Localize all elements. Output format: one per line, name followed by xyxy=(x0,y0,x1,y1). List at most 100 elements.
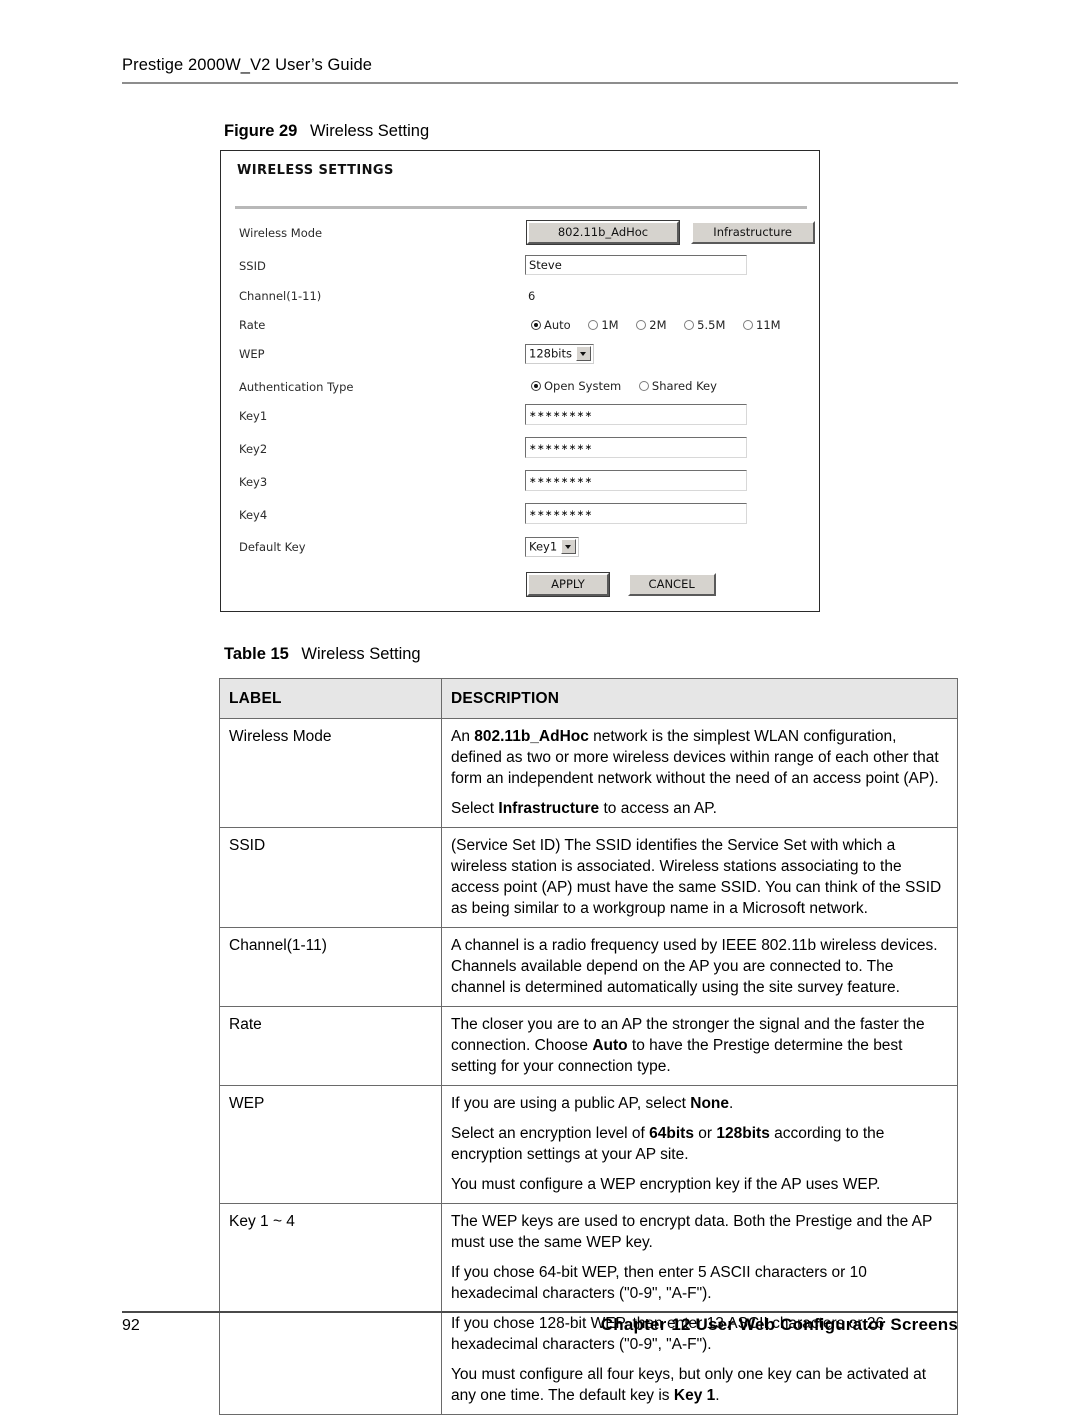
key3-input[interactable]: ∗∗∗∗∗∗∗∗ xyxy=(525,470,747,491)
wireless-mode-infrastructure-button[interactable]: Infrastructure xyxy=(690,221,815,244)
key1-input[interactable]: ∗∗∗∗∗∗∗∗ xyxy=(525,404,747,425)
radio-icon xyxy=(588,320,599,330)
label-default-key: Default Key xyxy=(239,540,306,554)
row-ssid: SSID Steve xyxy=(221,255,821,288)
row-description-rate: The closer you are to an AP the stronger… xyxy=(441,1006,958,1086)
figure-caption: Figure 29 Wireless Setting xyxy=(224,122,429,141)
paragraph: The closer you are to an AP the stronger… xyxy=(451,1014,948,1077)
document-page: Prestige 2000W_V2 User’s Guide Figure 29… xyxy=(0,0,1080,1415)
row-description-ssid: (Service Set ID) The SSID identifies the… xyxy=(441,827,958,928)
header-rule xyxy=(122,82,958,84)
emphasis: 802.11b_AdHoc xyxy=(474,728,589,745)
row-key2: Key2 ∗∗∗∗∗∗∗∗ xyxy=(221,437,821,471)
chevron-down-icon xyxy=(575,346,591,361)
table-caption-text: Wireless Setting xyxy=(301,645,421,663)
row-description-wireless-mode: An 802.11b_AdHoc network is the simplest… xyxy=(441,718,958,828)
label-wireless-mode: Wireless Mode xyxy=(239,226,323,240)
paragraph: You must configure all four keys, but on… xyxy=(451,1364,948,1406)
text: An xyxy=(451,728,475,745)
screenshot-title-divider xyxy=(235,206,807,209)
emphasis: None xyxy=(690,1095,730,1112)
text: . xyxy=(729,1095,734,1112)
default-key-select[interactable]: Key1 xyxy=(525,537,580,557)
wireless-mode-adhoc-button[interactable]: 802.11b_AdHoc xyxy=(526,220,680,245)
row-key4: Key4 ∗∗∗∗∗∗∗∗ xyxy=(221,503,821,537)
footer-page-number: 92 xyxy=(122,1317,140,1334)
paragraph: The WEP keys are used to encrypt data. B… xyxy=(451,1213,933,1251)
table-row: Rate The closer you are to an AP the str… xyxy=(219,1006,958,1086)
rate-option-11m-label: 11M xyxy=(756,318,781,332)
auth-option-shared-key[interactable]: Shared Key xyxy=(638,379,717,393)
text: If you are using a public AP, select xyxy=(451,1095,691,1112)
rate-option-55m-label: 5.5M xyxy=(697,318,726,332)
auth-option-open-system-label: Open System xyxy=(544,379,622,393)
table-row: Key 1 ~ 4 The WEP keys are used to encry… xyxy=(219,1203,958,1415)
paragraph: If you chose 64-bit WEP, then enter 5 AS… xyxy=(451,1264,867,1302)
figure-caption-text: Wireless Setting xyxy=(309,122,430,140)
row-wep: WEP 128bits xyxy=(221,344,821,376)
apply-button[interactable]: APPLY xyxy=(526,572,610,597)
rate-option-2m[interactable]: 2M xyxy=(636,318,667,332)
ssid-input[interactable]: Steve xyxy=(525,255,747,275)
label-key1: Key1 xyxy=(239,409,268,423)
row-label-channel: Channel(1-11) xyxy=(219,927,442,1007)
rate-option-auto[interactable]: Auto xyxy=(531,318,571,332)
key4-input[interactable]: ∗∗∗∗∗∗∗∗ xyxy=(525,503,747,524)
paragraph: Select Infrastructure to access an AP. xyxy=(451,798,948,819)
table-row: Channel(1-11) A channel is a radio frequ… xyxy=(219,927,958,1007)
emphasis: 64bits xyxy=(649,1125,694,1142)
emphasis: Infrastructure xyxy=(498,800,600,817)
key2-input[interactable]: ∗∗∗∗∗∗∗∗ xyxy=(525,437,747,458)
chevron-down-icon xyxy=(561,539,577,554)
rate-option-11m[interactable]: 11M xyxy=(743,318,781,332)
row-wireless-mode: Wireless Mode 802.11b_AdHoc Infrastructu… xyxy=(221,220,821,255)
paragraph: Select an encryption level of 64bits or … xyxy=(451,1123,948,1165)
rate-option-2m-label: 2M xyxy=(649,318,667,332)
table-caption: Table 15 Wireless Setting xyxy=(224,645,421,664)
wireless-setting-description-table: LABEL DESCRIPTION Wireless Mode An 802.1… xyxy=(219,678,958,1415)
rate-option-1m[interactable]: 1M xyxy=(588,318,619,332)
label-ssid: SSID xyxy=(239,259,266,273)
channel-value: 6 xyxy=(528,289,536,303)
radio-icon xyxy=(743,320,754,330)
wireless-settings-screenshot: WIRELESS SETTINGS Wireless Mode 802.11b_… xyxy=(220,150,820,612)
radio-icon xyxy=(638,381,649,391)
row-label-ssid: SSID xyxy=(219,827,442,928)
radio-icon xyxy=(636,320,647,330)
footer-rule xyxy=(122,1311,958,1313)
cancel-button[interactable]: CANCEL xyxy=(627,573,716,596)
label-channel: Channel(1-11) xyxy=(239,289,322,303)
wep-select-value: 128bits xyxy=(529,346,572,361)
text: to access an AP. xyxy=(599,800,717,817)
row-description-keys: The WEP keys are used to encrypt data. B… xyxy=(441,1203,958,1415)
figure-caption-number: Figure 29 xyxy=(224,122,298,140)
row-description-channel: A channel is a radio frequency used by I… xyxy=(441,927,958,1007)
text: Select xyxy=(451,800,499,817)
text: Select an encryption level of xyxy=(451,1125,650,1142)
screenshot-title: WIRELESS SETTINGS xyxy=(237,163,394,178)
row-description-wep: If you are using a public AP, select Non… xyxy=(441,1085,958,1204)
running-head: Prestige 2000W_V2 User’s Guide xyxy=(122,56,373,74)
label-wep: WEP xyxy=(239,347,265,361)
label-auth-type: Authentication Type xyxy=(239,380,354,394)
table-caption-number: Table 15 xyxy=(224,645,289,663)
paragraph: You must configure a WEP encryption key … xyxy=(451,1176,881,1193)
row-label-keys: Key 1 ~ 4 xyxy=(219,1203,442,1415)
label-key4: Key4 xyxy=(239,508,268,522)
rate-option-auto-label: Auto xyxy=(544,318,571,332)
table-row: Wireless Mode An 802.11b_AdHoc network i… xyxy=(219,718,958,828)
rate-option-1m-label: 1M xyxy=(601,318,619,332)
footer-chapter: Chapter 12 User Web Configurator Screens xyxy=(600,1315,958,1334)
rate-option-55m[interactable]: 5.5M xyxy=(684,318,725,332)
text: or xyxy=(693,1125,717,1142)
paragraph: If you are using a public AP, select Non… xyxy=(451,1093,948,1114)
row-rate: Rate Auto 1M 2M 5.5M 11M xyxy=(221,317,821,347)
radio-icon xyxy=(684,320,695,330)
wep-select[interactable]: 128bits xyxy=(525,344,594,364)
auth-option-open-system[interactable]: Open System xyxy=(531,379,621,393)
row-default-key: Default Key Key1 xyxy=(221,537,821,569)
emphasis: 128bits xyxy=(716,1125,770,1142)
default-key-select-value: Key1 xyxy=(529,539,558,554)
label-key3: Key3 xyxy=(239,475,268,489)
emphasis: Key 1 xyxy=(673,1387,716,1404)
